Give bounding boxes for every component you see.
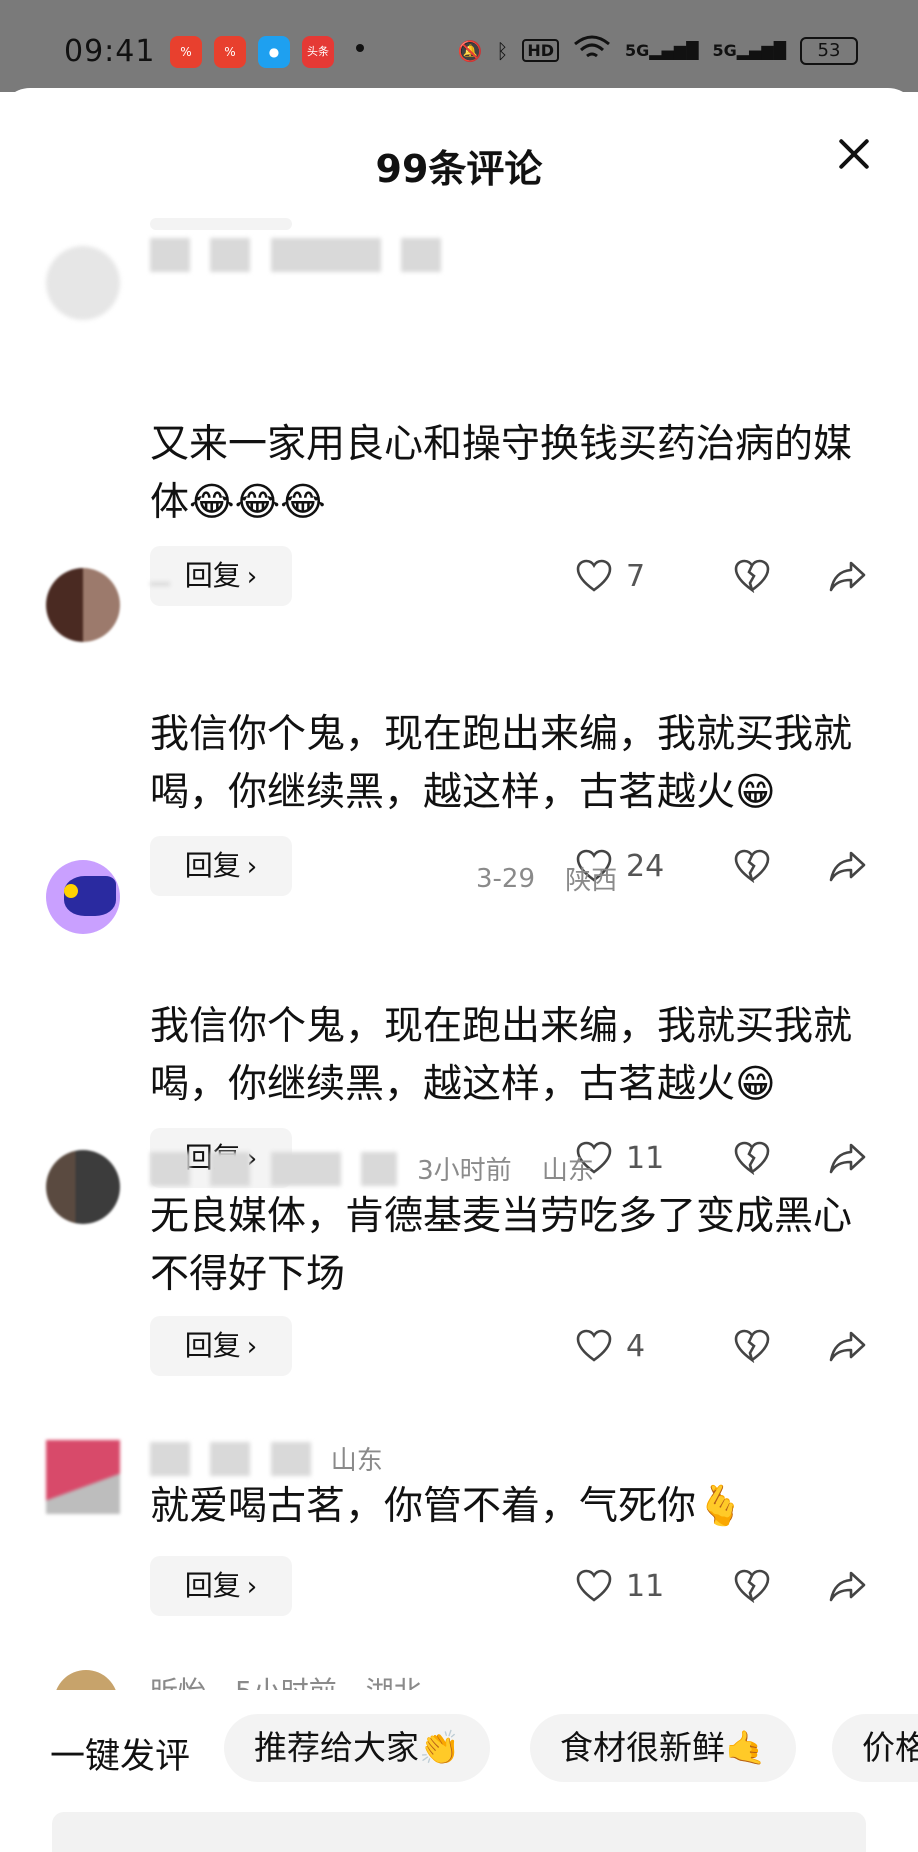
comment-date: 3-29 bbox=[476, 863, 536, 894]
app-notification-icon: % bbox=[214, 36, 246, 68]
close-button[interactable] bbox=[832, 132, 876, 176]
hd-icon: HD bbox=[522, 39, 560, 62]
like-count: 11 bbox=[626, 1568, 665, 1604]
battery-icon: 53 bbox=[800, 36, 858, 65]
broken-heart-icon[interactable] bbox=[732, 1566, 772, 1606]
username-blurred bbox=[360, 1151, 397, 1186]
like-button[interactable]: 11 bbox=[574, 1566, 684, 1606]
comment-text: 我信你个鬼，现在跑出来编，我就买我就喝，你继续黑，越这样，古茗越火😁 bbox=[150, 1004, 853, 1107]
username-blurred bbox=[210, 1441, 251, 1476]
comment-region: 山东 bbox=[330, 1446, 383, 1476]
status-bar: 09:41 % % ● 头条 🔕 ᛒ HD 5G▂▄▆█ 5G▂▄▆█ 53 bbox=[0, 0, 918, 92]
heart-icon bbox=[574, 1326, 614, 1366]
comment-region: 山东 bbox=[541, 1156, 594, 1186]
toutiao-icon: 头条 bbox=[302, 36, 334, 68]
comment-region: 陕西 bbox=[565, 866, 618, 896]
quick-comment-chip[interactable]: 价格 bbox=[832, 1714, 918, 1782]
comment-date: 3小时前 bbox=[417, 1156, 512, 1186]
like-button[interactable]: 4 bbox=[574, 1326, 684, 1366]
broken-heart-icon[interactable] bbox=[732, 556, 772, 596]
comment-meta: 山东 bbox=[150, 1440, 405, 1480]
comment-region: 湖北 bbox=[366, 1675, 422, 1690]
username-blurred[interactable] bbox=[150, 581, 170, 586]
heart-icon bbox=[574, 1566, 614, 1606]
like-count: 7 bbox=[626, 558, 646, 594]
reply-button[interactable]: 回复› bbox=[150, 1556, 292, 1616]
username-blurred bbox=[270, 1441, 311, 1476]
broken-heart-icon[interactable] bbox=[732, 1326, 772, 1366]
like-button[interactable]: 7 bbox=[574, 556, 684, 596]
comment-meta bbox=[150, 238, 453, 278]
heart-icon bbox=[574, 556, 614, 596]
username-blurred[interactable] bbox=[150, 1441, 190, 1476]
avatar[interactable] bbox=[54, 1670, 118, 1690]
status-time: 09:41 bbox=[64, 34, 156, 69]
comments-title: 99条评论 bbox=[375, 147, 543, 191]
comment-text: 无良媒体，肯德基麦当劳吃多了变成黑心不得好下场 bbox=[150, 1194, 853, 1297]
share-icon[interactable] bbox=[828, 556, 868, 596]
signal-5g-icon: 5G▂▄▆█ bbox=[625, 41, 699, 60]
like-count: 11 bbox=[626, 1140, 665, 1176]
comment-text: 就爱喝古茗，你管不着，气死你🫰 bbox=[150, 1484, 745, 1529]
username-blurred[interactable] bbox=[150, 1151, 190, 1186]
broken-heart-icon[interactable] bbox=[732, 1138, 772, 1178]
comment-text: 我信你个鬼，现在跑出来编，我就买我就喝，你继续黑，越这样，古茗越火😁 bbox=[150, 712, 853, 815]
status-indicators: 🔕 ᛒ HD 5G▂▄▆█ 5G▂▄▆█ 53 bbox=[457, 34, 858, 67]
quick-comment-label: 一键发评 bbox=[50, 1737, 191, 1777]
app-notification-icon: % bbox=[170, 36, 202, 68]
comment-meta bbox=[150, 568, 182, 608]
username-blurred bbox=[400, 238, 441, 272]
comment-meta: 昕怡 5小时前 湖北 bbox=[150, 1670, 422, 1690]
like-count: 4 bbox=[626, 1328, 646, 1364]
comment-actions: 11 bbox=[574, 1556, 868, 1616]
reply-button[interactable]: 回复› bbox=[150, 1316, 292, 1376]
comment-actions: 7 bbox=[574, 546, 868, 606]
mute-icon: 🔕 bbox=[457, 38, 483, 63]
username-blurred[interactable] bbox=[150, 238, 190, 272]
comment-input[interactable] bbox=[52, 1812, 866, 1852]
comment-meta: 3-29 陕西 bbox=[476, 860, 639, 900]
comment-date: 5小时前 bbox=[235, 1675, 337, 1690]
username-blurred bbox=[210, 238, 251, 272]
comment-actions: 11 bbox=[574, 1128, 868, 1188]
username-blurred bbox=[270, 1151, 341, 1186]
broken-heart-icon[interactable] bbox=[732, 846, 772, 886]
avatar[interactable] bbox=[46, 568, 120, 642]
comment-actions: 4 bbox=[574, 1316, 868, 1376]
more-notifications-dot bbox=[356, 44, 364, 52]
share-icon[interactable] bbox=[828, 1566, 868, 1606]
share-icon[interactable] bbox=[828, 1138, 868, 1178]
share-icon[interactable] bbox=[828, 846, 868, 886]
reply-button[interactable]: 回复› bbox=[150, 836, 292, 896]
partial-comment: 昕怡 5小时前 湖北 bbox=[0, 1668, 918, 1690]
username-blurred bbox=[270, 238, 381, 272]
previous-reply-stub bbox=[150, 218, 292, 230]
wifi-icon bbox=[573, 34, 611, 67]
comment-meta: 3小时前 山东 bbox=[150, 1150, 616, 1190]
avatar[interactable] bbox=[46, 1440, 120, 1514]
comment-text: 又来一家用良心和操守换钱买药治病的媒体😂😂😂 bbox=[150, 422, 853, 525]
username[interactable]: 昕怡 bbox=[150, 1675, 206, 1690]
qq-icon: ● bbox=[258, 36, 290, 68]
avatar[interactable] bbox=[46, 246, 120, 320]
quick-comment-chip[interactable]: 推荐给大家👏 bbox=[224, 1714, 491, 1782]
quick-comment-chip[interactable]: 食材很新鲜🤙 bbox=[530, 1714, 797, 1782]
signal-5g-icon: 5G▂▄▆█ bbox=[712, 41, 786, 60]
comments-sheet: 99条评论 又来一家用良心和操守换钱买药治病的媒体😂😂😂 回复 › 7 我信你个鬼… bbox=[0, 88, 918, 1852]
quick-comment-bar: 一键发评 推荐给大家👏 食材很新鲜🤙 价格 bbox=[0, 1708, 918, 1792]
username-blurred bbox=[210, 1151, 251, 1186]
avatar[interactable] bbox=[46, 860, 120, 934]
avatar[interactable] bbox=[46, 1150, 120, 1224]
bluetooth-icon: ᛒ bbox=[496, 38, 509, 63]
share-icon[interactable] bbox=[828, 1326, 868, 1366]
